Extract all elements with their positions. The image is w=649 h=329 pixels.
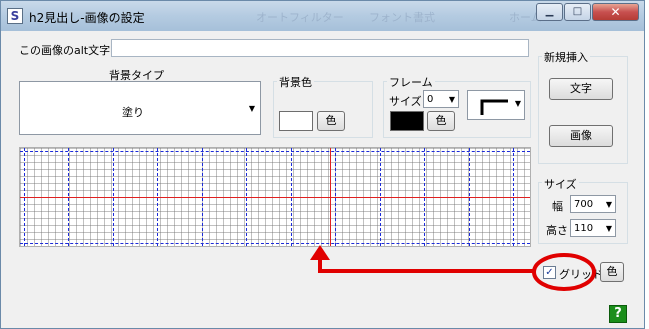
insert-text-button[interactable]: 文字 — [549, 78, 613, 100]
close-button[interactable]: ✕ — [592, 3, 639, 21]
grid-major-line — [20, 243, 530, 244]
height-label: 高さ — [546, 224, 568, 237]
frame-label: フレーム — [387, 74, 435, 90]
background-type-value: 塗り — [122, 106, 144, 119]
frame-size-value: 0 — [427, 94, 434, 105]
height-value: 110 — [574, 223, 594, 234]
grid-color-button[interactable]: 色 — [600, 262, 624, 282]
app-icon: S — [7, 8, 23, 24]
title-bar[interactable]: S h2見出し-画像の設定 オートフィルター フォント書式 ホーム ▁ □ ✕ — [1, 1, 644, 31]
window-title: h2見出し-画像の設定 — [29, 11, 145, 25]
window-controls: ▁ □ ✕ — [535, 3, 639, 21]
layout-preview-canvas[interactable] — [19, 147, 531, 247]
frame-size-select[interactable]: 0 ▼ — [423, 90, 459, 108]
settings-window: S h2見出し-画像の設定 オートフィルター フォント書式 ホーム ▁ □ ✕ … — [0, 0, 645, 329]
vertical-guide-line — [330, 148, 331, 246]
width-label: 幅 — [552, 200, 563, 213]
frame-size-label: サイズ — [389, 95, 422, 108]
chevron-down-icon: ▼ — [514, 99, 521, 108]
chevron-down-icon: ▼ — [248, 104, 255, 113]
background-tab-2: フォント書式 — [369, 11, 435, 24]
checkmark-icon: ✓ — [545, 267, 554, 278]
close-icon: ✕ — [610, 5, 621, 19]
horizontal-guide-line — [20, 197, 530, 198]
insert-image-button[interactable]: 画像 — [549, 125, 613, 147]
grid-checkbox[interactable]: ✓ — [543, 266, 556, 279]
help-icon[interactable]: ? — [609, 305, 627, 323]
chevron-down-icon: ▼ — [448, 95, 455, 104]
minimize-icon: ▁ — [545, 6, 554, 17]
maximize-icon: □ — [572, 6, 583, 17]
background-color-button[interactable]: 色 — [317, 111, 345, 131]
alt-text-label: この画像のalt文字 — [19, 44, 111, 57]
new-insert-group — [538, 56, 628, 164]
background-type-select[interactable]: 塗り ▼ — [19, 81, 261, 135]
height-select[interactable]: 110 ▼ — [570, 219, 616, 237]
size-label: サイズ — [542, 176, 579, 192]
chevron-down-icon: ▼ — [605, 224, 612, 233]
frame-style-select[interactable]: ▼ — [467, 90, 525, 120]
maximize-button[interactable]: □ — [564, 3, 591, 21]
grid-major-line — [20, 151, 530, 152]
background-color-swatch — [279, 111, 313, 131]
background-color-label: 背景色 — [277, 74, 314, 90]
background-tab-1: オートフィルター — [256, 11, 344, 24]
corner-line-icon — [480, 99, 508, 115]
frame-color-button[interactable]: 色 — [427, 111, 455, 131]
minimize-button[interactable]: ▁ — [536, 3, 563, 21]
alt-text-input[interactable] — [111, 39, 529, 57]
new-insert-label: 新規挿入 — [542, 49, 590, 65]
width-select[interactable]: 700 ▼ — [570, 195, 616, 213]
grid-checkbox-label: グリッド — [559, 268, 603, 281]
chevron-down-icon: ▼ — [605, 200, 612, 209]
frame-color-swatch — [390, 111, 424, 131]
width-value: 700 — [574, 199, 594, 210]
